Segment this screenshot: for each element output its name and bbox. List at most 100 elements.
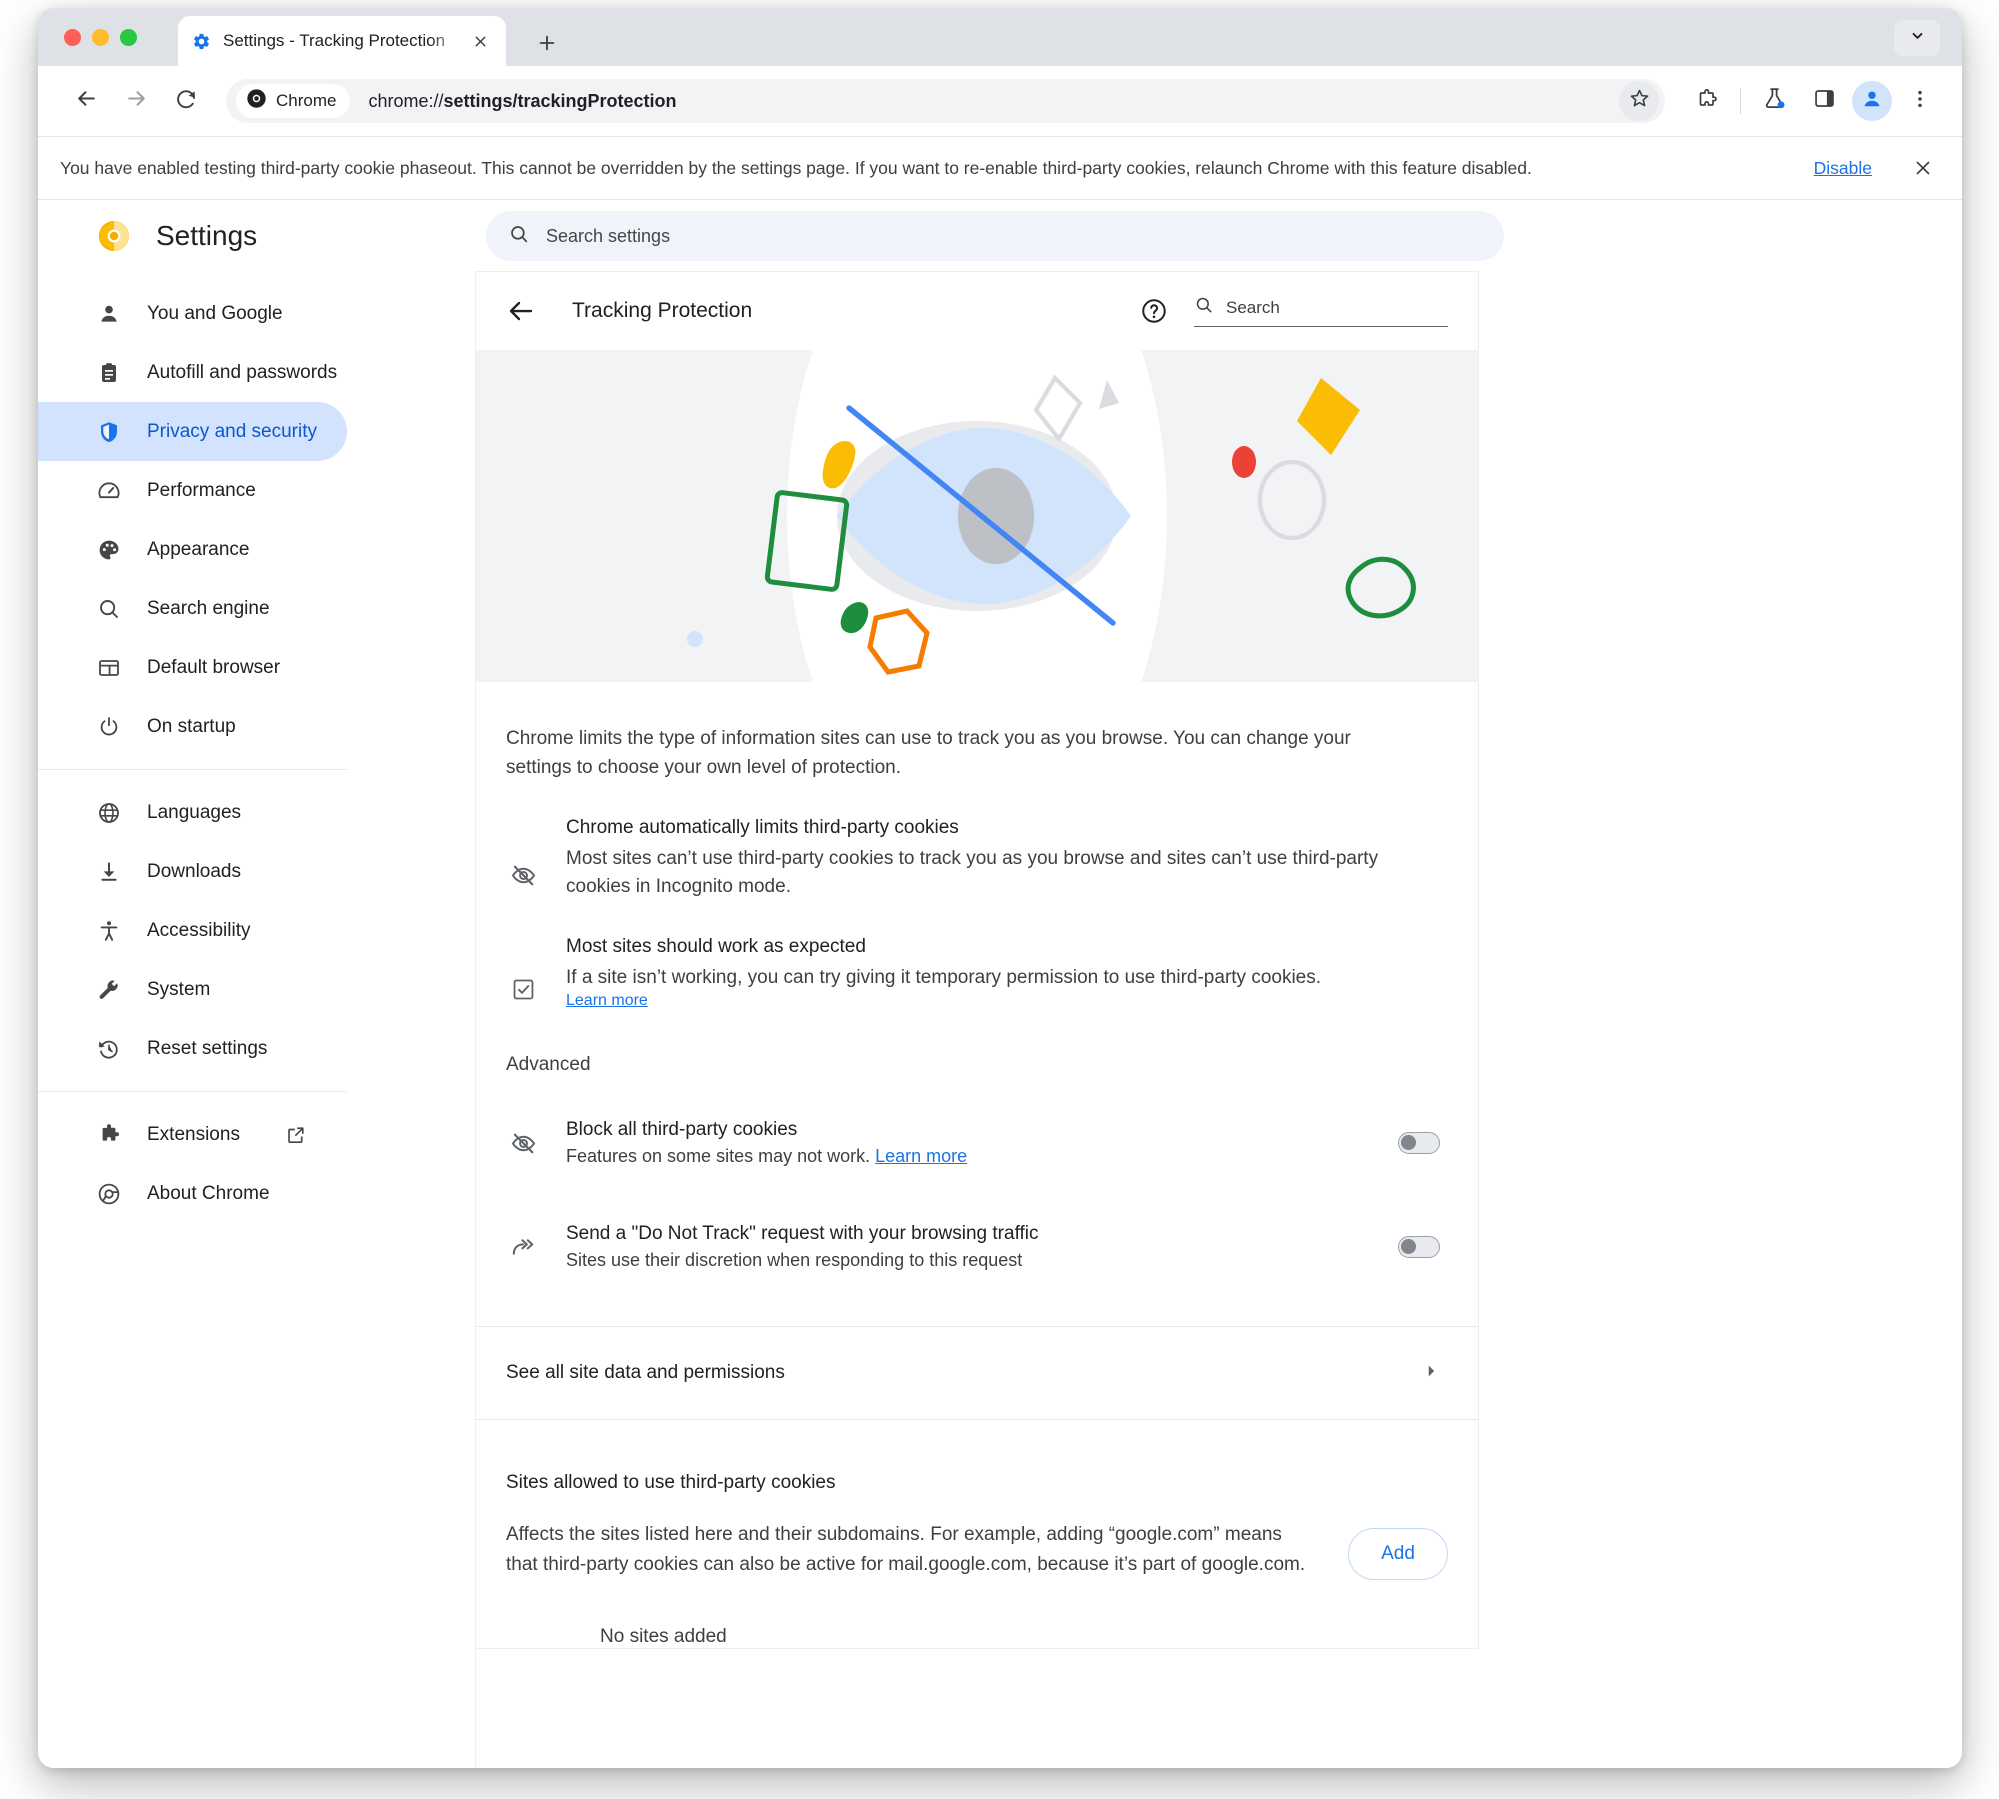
sidebar-item-label: Default browser bbox=[147, 656, 281, 678]
extensions-button[interactable] bbox=[1685, 79, 1729, 123]
search-icon bbox=[508, 223, 530, 250]
back-button[interactable] bbox=[64, 79, 108, 123]
sidebar-item-appearance[interactable]: Appearance bbox=[38, 520, 347, 579]
tab-search-button[interactable] bbox=[1894, 20, 1940, 56]
sidebar-item-reset-settings[interactable]: Reset settings bbox=[38, 1019, 347, 1078]
settings-sidebar: You and Google Autofill and passwords Pr… bbox=[38, 272, 476, 1768]
section-search-input[interactable]: Search bbox=[1194, 295, 1448, 327]
sidebar-item-accessibility[interactable]: Accessibility bbox=[38, 901, 347, 960]
close-notice-button[interactable] bbox=[1910, 155, 1936, 181]
reload-button[interactable] bbox=[164, 79, 208, 123]
search-icon bbox=[96, 596, 122, 622]
settings-search-input[interactable]: Search settings bbox=[486, 211, 1504, 261]
sidebar-item-on-startup[interactable]: On startup bbox=[38, 697, 347, 756]
toolbar-divider bbox=[1740, 88, 1741, 114]
history-restore-icon bbox=[96, 1036, 122, 1062]
tab-title: Settings - Tracking Protection bbox=[223, 31, 446, 50]
advanced-row-desc: Features on some sites may not work. Lea… bbox=[566, 1146, 1398, 1167]
learn-more-link[interactable]: Learn more bbox=[566, 992, 648, 1009]
tab-strip: Settings - Tracking Protection bbox=[38, 8, 1962, 66]
maximize-window-button[interactable] bbox=[120, 29, 137, 46]
advanced-row-body: Block all third-party cookies Features o… bbox=[566, 1119, 1398, 1167]
sidebar-item-about-chrome[interactable]: About Chrome bbox=[38, 1164, 347, 1223]
chrome-settings-logo bbox=[96, 218, 132, 254]
add-site-button[interactable]: Add bbox=[1348, 1528, 1448, 1581]
minimize-window-button[interactable] bbox=[92, 29, 109, 46]
bookmark-star-icon bbox=[1628, 87, 1651, 115]
block-third-party-cookies-toggle[interactable] bbox=[1398, 1132, 1440, 1155]
forward-button[interactable] bbox=[114, 79, 158, 123]
chrome-chip-label: Chrome bbox=[276, 91, 337, 110]
tracking-protection-illustration bbox=[476, 350, 1478, 682]
browser-tab[interactable]: Settings - Tracking Protection bbox=[178, 16, 506, 66]
sidebar-item-downloads[interactable]: Downloads bbox=[38, 842, 347, 901]
sidebar-item-default-browser[interactable]: Default browser bbox=[38, 638, 347, 697]
sidebar-item-performance[interactable]: Performance bbox=[38, 461, 347, 520]
three-dot-menu-icon bbox=[1909, 88, 1931, 115]
learn-more-link[interactable]: Learn more bbox=[875, 1146, 967, 1166]
close-tab-button[interactable] bbox=[468, 29, 492, 53]
chevron-right-icon bbox=[1422, 1362, 1440, 1385]
hero-graphic bbox=[476, 350, 1478, 682]
sidebar-item-you-and-google[interactable]: You and Google bbox=[38, 284, 347, 343]
sidebar-item-label: You and Google bbox=[147, 302, 283, 324]
help-circle-icon[interactable] bbox=[1140, 297, 1168, 325]
sidebar-divider-1 bbox=[38, 769, 347, 770]
chrome-origin-chip: Chrome bbox=[236, 84, 351, 118]
advanced-row-title: Block all third-party cookies bbox=[566, 1119, 798, 1141]
cookie-phaseout-notice: You have enabled testing third-party coo… bbox=[38, 136, 1962, 200]
sidebar-item-label: Downloads bbox=[147, 860, 241, 882]
disable-link[interactable]: Disable bbox=[1814, 158, 1872, 179]
advanced-section-label: Advanced bbox=[506, 1054, 591, 1076]
power-icon bbox=[96, 714, 122, 740]
window-controls[interactable] bbox=[64, 29, 137, 46]
allowed-sites-desc: Affects the sites listed here and their … bbox=[506, 1524, 1306, 1575]
new-tab-button[interactable] bbox=[530, 26, 564, 60]
sidebar-item-system[interactable]: System bbox=[38, 960, 347, 1019]
sidebar-item-languages[interactable]: Languages bbox=[38, 783, 347, 842]
reload-icon bbox=[174, 87, 198, 116]
sidebar-item-privacy-and-security[interactable]: Privacy and security bbox=[38, 402, 347, 461]
browser-menu-button[interactable] bbox=[1898, 79, 1942, 123]
external-link-icon bbox=[285, 1124, 307, 1146]
eye-slash-icon bbox=[506, 1130, 540, 1157]
section-header: Tracking Protection Search bbox=[476, 272, 1478, 350]
notice-message: You have enabled testing third-party coo… bbox=[60, 157, 1532, 178]
sidebar-item-label: About Chrome bbox=[147, 1182, 270, 1204]
intro-text: Chrome limits the type of information si… bbox=[506, 728, 1351, 779]
settings-main: Tracking Protection Search Chrome limits… bbox=[476, 272, 1962, 1768]
see-all-label: See all site data and permissions bbox=[506, 1362, 785, 1384]
settings-page: Settings Search settings You and Google bbox=[38, 200, 1962, 1768]
settings-gear-icon bbox=[192, 32, 211, 51]
sidebar-item-extensions[interactable]: Extensions bbox=[38, 1105, 347, 1164]
double-arrow-icon bbox=[506, 1234, 540, 1261]
sidebar-item-label: Search engine bbox=[147, 597, 270, 619]
chrome-logo-icon bbox=[246, 88, 267, 114]
do-not-track-toggle[interactable] bbox=[1398, 1236, 1440, 1259]
sidebar-item-autofill-and-passwords[interactable]: Autofill and passwords bbox=[38, 343, 347, 402]
side-panel-button[interactable] bbox=[1802, 79, 1846, 123]
bookmark-button[interactable] bbox=[1619, 81, 1659, 121]
extensions-puzzle-icon bbox=[1695, 87, 1719, 116]
profile-avatar-icon bbox=[1860, 87, 1884, 116]
wrench-icon bbox=[96, 977, 122, 1003]
settings-body: You and Google Autofill and passwords Pr… bbox=[38, 272, 1962, 1768]
url-path: settings/trackingProtection bbox=[443, 90, 677, 111]
browser-window: Settings - Tracking Protection Chrome ch… bbox=[38, 8, 1962, 1768]
close-window-button[interactable] bbox=[64, 29, 81, 46]
advanced-row-do-not-track: Send a "Do Not Track" request with your … bbox=[476, 1210, 1478, 1284]
back-arrow-icon[interactable] bbox=[506, 296, 536, 326]
advanced-row-desc: Sites use their discretion when respondi… bbox=[566, 1250, 1023, 1271]
see-all-site-data-row[interactable]: See all site data and permissions bbox=[476, 1327, 1478, 1419]
advanced-row-block-cookies: Block all third-party cookies Features o… bbox=[476, 1106, 1478, 1180]
back-arrow-icon bbox=[74, 86, 99, 116]
experiments-button[interactable] bbox=[1752, 79, 1796, 123]
clipboard-icon bbox=[96, 360, 122, 386]
sidebar-item-label: Privacy and security bbox=[147, 420, 318, 442]
sidebar-item-label: Reset settings bbox=[147, 1037, 268, 1059]
sidebar-item-search-engine[interactable]: Search engine bbox=[38, 579, 347, 638]
eye-slash-icon bbox=[506, 817, 540, 902]
settings-search-placeholder: Search settings bbox=[546, 225, 671, 246]
address-bar[interactable]: Chrome chrome://settings/trackingProtect… bbox=[226, 79, 1665, 123]
profile-button[interactable] bbox=[1852, 81, 1892, 121]
